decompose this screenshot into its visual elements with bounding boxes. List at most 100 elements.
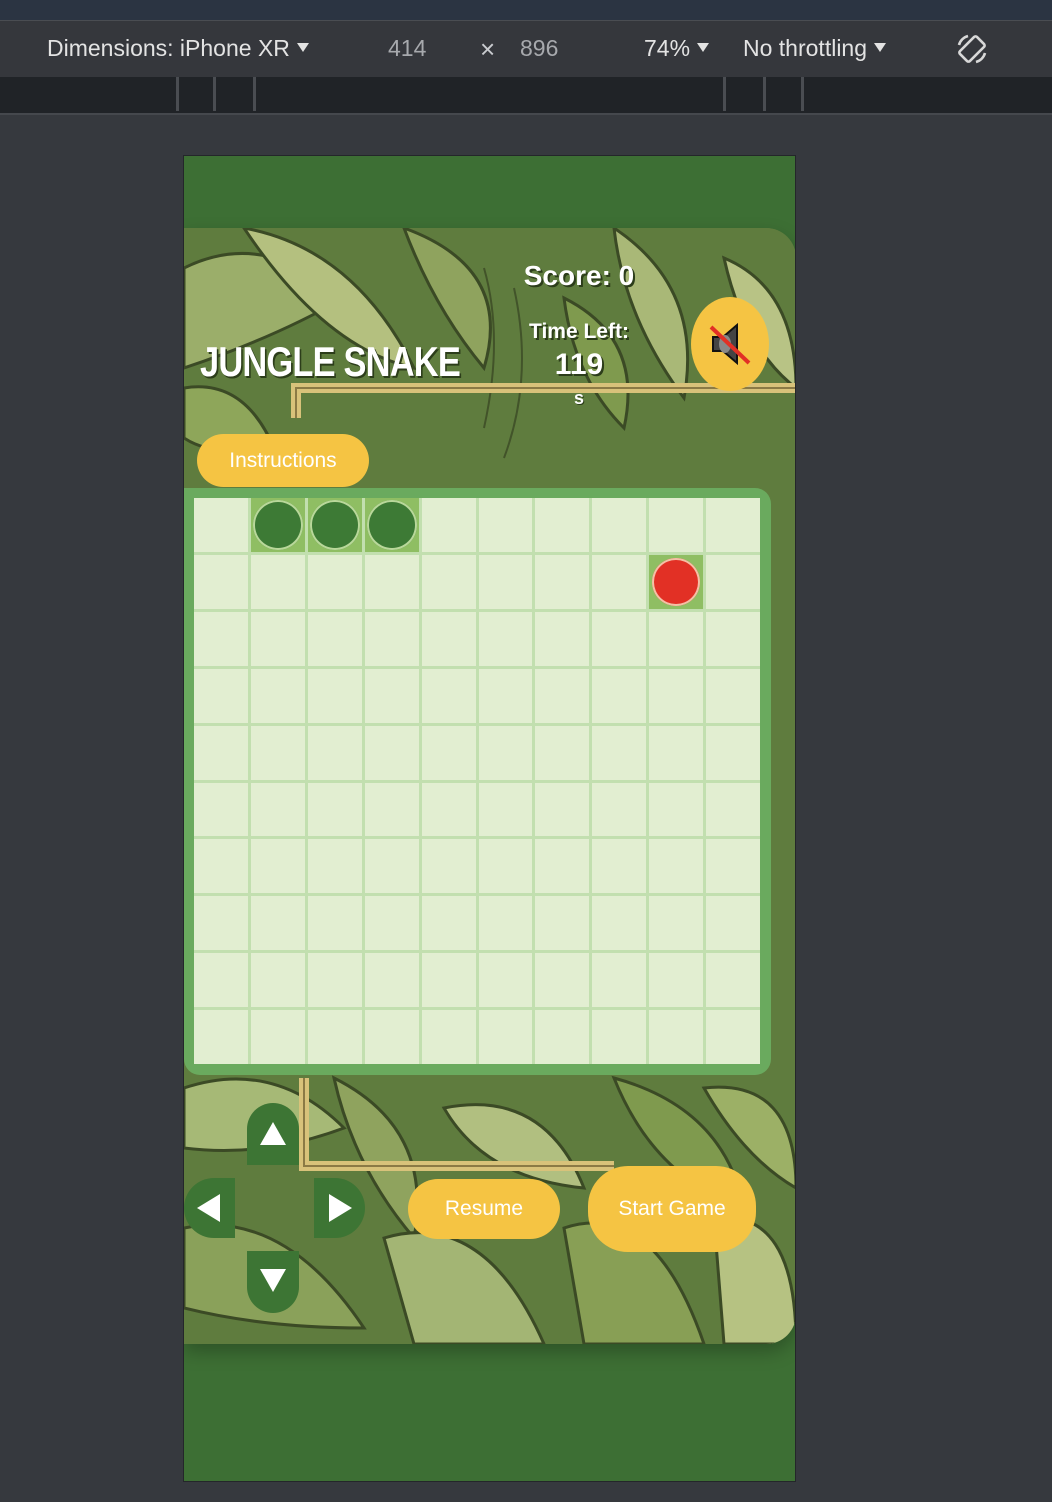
board-cell — [421, 1010, 476, 1064]
board-cell — [478, 554, 533, 609]
board-cell — [250, 1010, 305, 1064]
arrow-left-icon — [197, 1194, 220, 1222]
board-cell — [478, 782, 533, 837]
board-cell — [307, 782, 362, 837]
board-cell — [364, 839, 419, 894]
board-cell — [194, 668, 248, 723]
board-cell — [250, 782, 305, 837]
board-cell — [307, 896, 362, 951]
board-cell — [592, 725, 647, 780]
start-game-button[interactable]: Start Game — [588, 1166, 756, 1252]
arrow-up-icon — [260, 1122, 286, 1145]
game-board — [184, 488, 771, 1075]
board-cell — [649, 611, 704, 666]
board-cell — [194, 839, 248, 894]
board-cell — [592, 611, 647, 666]
board-cell — [535, 554, 590, 609]
board-cell — [535, 498, 590, 552]
board-cell — [649, 668, 704, 723]
board-cell — [364, 668, 419, 723]
board-cell — [535, 782, 590, 837]
board-cell — [649, 1010, 704, 1064]
board-cell — [706, 668, 760, 723]
board-cell — [194, 725, 248, 780]
board-cell — [250, 953, 305, 1008]
board-cell — [250, 668, 305, 723]
board-cell — [478, 725, 533, 780]
board-cell — [649, 896, 704, 951]
down-button[interactable] — [247, 1251, 299, 1313]
board-cell — [250, 896, 305, 951]
board-cell — [307, 953, 362, 1008]
board-cell — [307, 611, 362, 666]
board-cell — [194, 611, 248, 666]
instructions-button[interactable]: Instructions — [197, 434, 369, 487]
board-cell — [706, 611, 760, 666]
chevron-down-icon — [697, 43, 710, 52]
devtools-top-strip — [0, 0, 1052, 20]
resume-button[interactable]: Resume — [408, 1179, 560, 1239]
game-container: JUNGLE SNAKE Score: 0 Time Left: 119 s I… — [184, 228, 795, 1344]
sound-toggle-button[interactable] — [691, 297, 769, 391]
throttling-label: No throttling — [743, 35, 868, 61]
height-input[interactable]: 896 — [520, 35, 558, 62]
board-cell — [649, 839, 704, 894]
game-title: JUNGLE SNAKE — [200, 338, 461, 385]
board-cell — [421, 725, 476, 780]
board-cell — [706, 896, 760, 951]
board-cell — [535, 725, 590, 780]
board-cell — [194, 953, 248, 1008]
board-cell — [250, 839, 305, 894]
snake-segment — [307, 498, 362, 552]
board-cell — [478, 839, 533, 894]
times-icon: × — [480, 34, 496, 64]
snake-segment — [364, 498, 419, 552]
board-cell — [592, 782, 647, 837]
board-cell — [649, 725, 704, 780]
board-cell — [421, 839, 476, 894]
throttling-dropdown[interactable]: No throttling — [743, 35, 887, 62]
board-cell — [421, 498, 476, 552]
up-button[interactable] — [247, 1103, 299, 1165]
width-input[interactable]: 414 — [388, 35, 426, 62]
time-left-label: Time Left: — [529, 320, 629, 343]
board-grid — [194, 498, 760, 1064]
zoom-dropdown[interactable]: 74% — [644, 35, 710, 62]
board-cell — [364, 782, 419, 837]
ruler-tick — [801, 77, 804, 111]
board-cell — [364, 554, 419, 609]
board-cell — [478, 896, 533, 951]
board-cell — [592, 953, 647, 1008]
left-button[interactable] — [184, 1178, 235, 1238]
board-cell — [649, 953, 704, 1008]
board-cell — [478, 498, 533, 552]
board-cell — [706, 498, 760, 552]
board-cell — [364, 725, 419, 780]
board-cell — [706, 839, 760, 894]
board-cell — [307, 839, 362, 894]
board-cell — [194, 782, 248, 837]
arrow-down-icon — [260, 1269, 286, 1292]
board-cell — [364, 1010, 419, 1064]
board-cell — [421, 668, 476, 723]
zoom-label: 74% — [644, 35, 691, 61]
board-cell — [421, 953, 476, 1008]
board-cell — [250, 554, 305, 609]
board-cell — [194, 498, 248, 552]
snake-segment — [250, 498, 305, 552]
ruler-tick — [213, 77, 216, 111]
board-cell — [592, 498, 647, 552]
media-query-ruler — [0, 77, 1052, 115]
board-cell — [421, 554, 476, 609]
board-cell — [706, 782, 760, 837]
board-cell — [307, 1010, 362, 1064]
ruler-tick — [763, 77, 766, 111]
score-display: Score: 0 — [523, 260, 635, 291]
board-cell — [592, 839, 647, 894]
arrow-right-icon — [329, 1194, 352, 1222]
device-dimensions-dropdown[interactable]: Dimensions: iPhone XR — [47, 35, 309, 62]
device-toolbar: Dimensions: iPhone XR 414 × 896 74% No t… — [0, 20, 1052, 78]
rotate-icon[interactable] — [954, 31, 990, 73]
board-cell — [364, 896, 419, 951]
board-cell — [535, 839, 590, 894]
